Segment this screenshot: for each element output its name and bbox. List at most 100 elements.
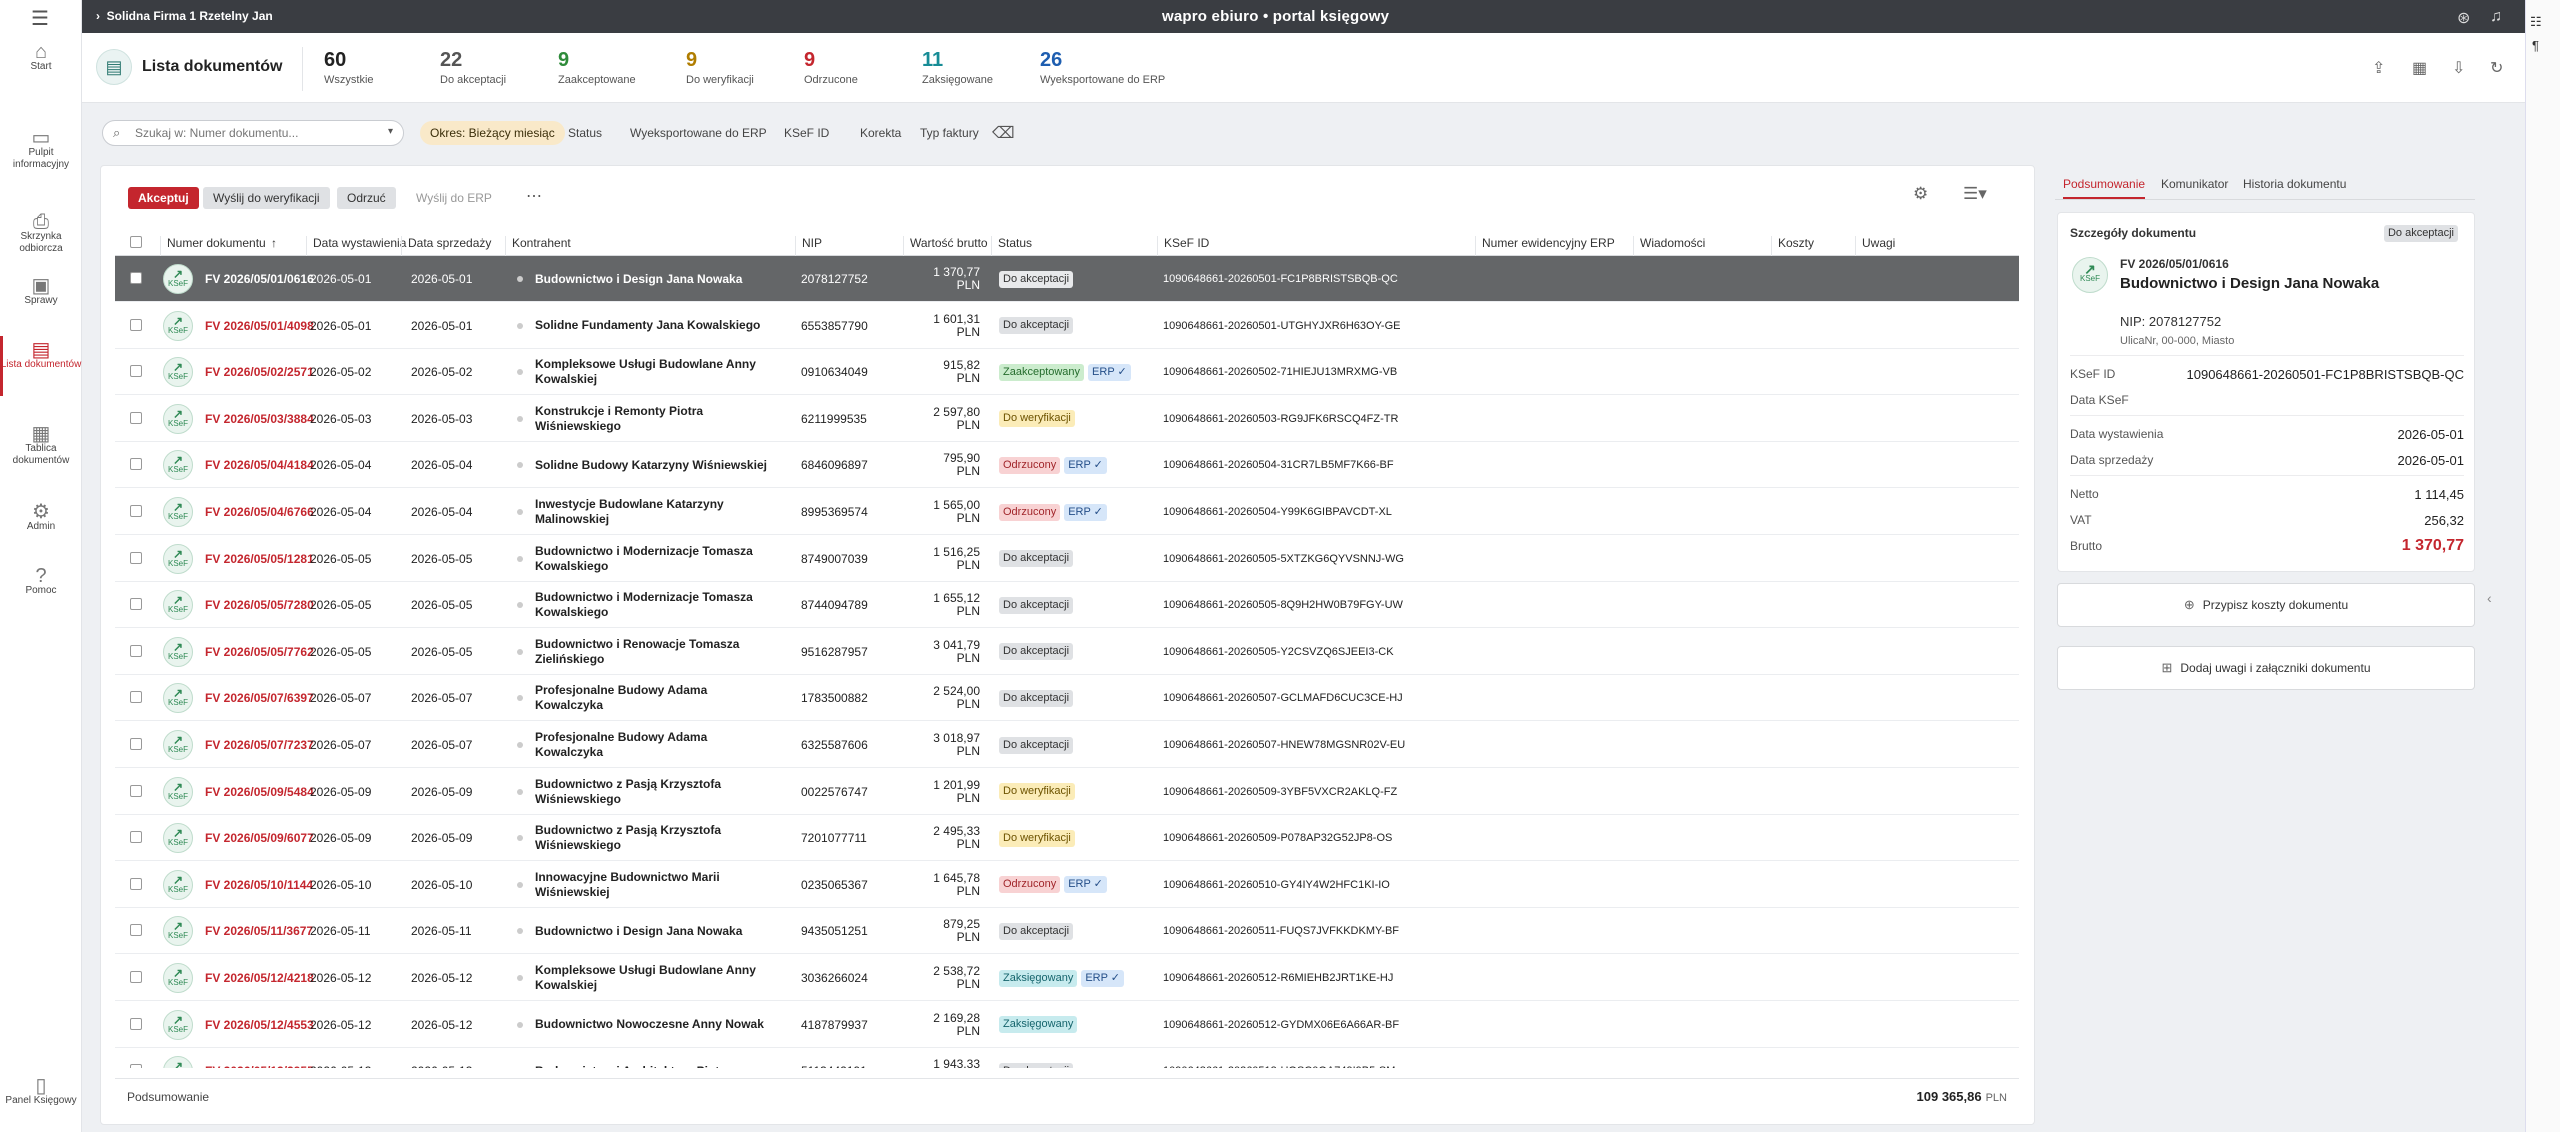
paragraph-icon[interactable]: ¶ [2532, 38, 2539, 53]
table-row[interactable]: ↗ KSeF FV 2026/05/09/5484 2026-05-09 2026-05… [115, 768, 2019, 815]
table-row[interactable]: ↗ KSeF FV 2026/05/09/6077 2026-05-09 2026-05… [115, 815, 2019, 862]
collapse-panel-icon[interactable]: ‹ [2487, 590, 2492, 606]
stat-5[interactable]: 11 Zaksięgowane [922, 49, 993, 86]
column-header-6[interactable]: Status [991, 236, 1032, 256]
list-icon[interactable]: ☷ [2530, 14, 2542, 30]
document-number-link[interactable]: FV 2026/05/02/2571 [205, 349, 314, 395]
table-row[interactable]: ↗ KSeF FV 2026/05/12/4218 2026-05-12 2026-05… [115, 955, 2019, 1001]
filter-chip-4[interactable]: Typ faktury [910, 121, 989, 145]
filter-chip-2[interactable]: KSeF ID [774, 121, 839, 145]
column-header-4[interactable]: NIP [795, 236, 822, 256]
row-checkbox[interactable] [130, 551, 142, 564]
nav-item-4[interactable]: ▤ Lista dokumentów [0, 336, 82, 396]
tab-messenger[interactable]: Komunikator [2161, 177, 2228, 197]
row-checkbox[interactable] [130, 458, 142, 471]
hamburger-menu-icon[interactable]: ☰ [31, 6, 49, 31]
send-to-erp-button[interactable]: Wyślij do ERP [406, 187, 502, 209]
sort-ascending-icon[interactable]: ↑ [265, 236, 277, 256]
table-row[interactable]: ↗ KSeF FV 2026/05/01/0616 2026-05-01 2026-05… [115, 256, 2019, 302]
document-number-link[interactable]: FV 2026/05/09/5484 [205, 769, 314, 815]
stat-1[interactable]: 22 Do akceptacji [440, 49, 506, 86]
accept-button[interactable]: Akceptuj [128, 187, 199, 209]
nav-item-3[interactable]: ▣ Sprawy [0, 276, 82, 307]
row-checkbox[interactable] [130, 738, 142, 750]
column-header-11[interactable]: Uwagi [1855, 236, 1895, 256]
row-checkbox[interactable] [130, 784, 142, 797]
document-number-link[interactable]: FV 2026/05/05/7280 [205, 582, 314, 628]
document-number-link[interactable]: FV 2026/05/13/2955 [205, 1048, 314, 1068]
notifications-bell-icon[interactable]: ♫ [2490, 8, 2502, 26]
send-to-verification-button[interactable]: Wyślij do weryfikacji [203, 187, 330, 209]
nav-item-2[interactable]: ⎙ Skrzynka odbiorcza [0, 212, 82, 255]
stat-6[interactable]: 26 Wyeksportowane do ERP [1040, 49, 1165, 86]
row-checkbox[interactable] [130, 505, 142, 517]
view-options-icon[interactable]: ☰▾ [1963, 184, 1987, 204]
column-header-3[interactable]: Kontrahent [505, 236, 571, 256]
row-checkbox[interactable] [130, 924, 142, 937]
table-row[interactable]: ↗KSeFFV 2026/05/13/29552026-05-132026-05… [115, 1048, 2019, 1068]
document-number-link[interactable]: FV 2026/05/12/4218 [205, 955, 314, 1001]
nav-item-8[interactable]: ▯ Panel Księgowy [0, 1076, 82, 1107]
clear-filters-icon[interactable]: ⌫ [992, 123, 1015, 143]
more-actions-icon[interactable]: ⋯ [526, 186, 542, 206]
stat-0[interactable]: 60 Wszystkie [324, 49, 374, 86]
table-row[interactable]: ↗ KSeF FV 2026/05/05/7762 2026-05-05 2026-05… [115, 628, 2019, 675]
stat-3[interactable]: 9 Do weryfikacji [686, 49, 754, 86]
column-header-2[interactable]: Data sprzedaży [401, 236, 491, 256]
document-number-link[interactable]: FV 2026/05/07/7237 [205, 722, 314, 768]
row-checkbox[interactable] [130, 644, 142, 657]
row-checkbox[interactable] [130, 598, 142, 611]
add-notes-button[interactable]: ⊞ Dodaj uwagi i załączniki dokumentu [2057, 646, 2475, 690]
document-number-link[interactable]: FV 2026/05/12/4553 [205, 1002, 314, 1048]
document-number-link[interactable]: FV 2026/05/04/6766 [205, 489, 314, 535]
document-number-link[interactable]: FV 2026/05/01/0616 [205, 256, 314, 302]
row-checkbox[interactable] [130, 691, 142, 704]
nav-item-5[interactable]: ▦ Tablica dokumentów [0, 424, 82, 467]
row-checkbox[interactable] [130, 411, 142, 424]
table-row[interactable]: ↗ KSeF FV 2026/05/01/4098 2026-05-01 2026-05… [115, 302, 2019, 349]
stat-4[interactable]: 9 Odrzucone [804, 49, 858, 86]
filter-chip-1[interactable]: Wyeksportowane do ERP [620, 121, 777, 145]
reject-button[interactable]: Odrzuć [337, 187, 396, 209]
table-row[interactable]: ↗ KSeF FV 2026/05/02/2571 2026-05-02 2026-05… [115, 349, 2019, 396]
tab-summary[interactable]: Podsumowanie [2063, 177, 2146, 199]
document-number-link[interactable]: FV 2026/05/09/6077 [205, 815, 314, 861]
period-filter-chip[interactable]: Okres: Bieżący miesiąc [420, 121, 565, 145]
document-number-link[interactable]: FV 2026/05/05/7762 [205, 629, 314, 675]
company-selector[interactable]: › Solidna Firma 1 Rzetelny Jan [96, 9, 273, 23]
search-input[interactable] [135, 124, 375, 142]
row-checkbox[interactable] [130, 1064, 142, 1068]
table-row[interactable]: ↗ KSeF FV 2026/05/10/1144 2026-05-10 2026-05… [115, 861, 2019, 908]
column-header-7[interactable]: KSeF ID [1157, 236, 1209, 256]
document-number-link[interactable]: FV 2026/05/11/3677 [205, 908, 313, 954]
column-header-0[interactable]: Numer dokumentu [160, 236, 266, 256]
table-row[interactable]: ↗ KSeF FV 2026/05/12/4553 2026-05-12 2026-05… [115, 1001, 2019, 1048]
document-number-link[interactable]: FV 2026/05/01/4098 [205, 303, 314, 349]
row-checkbox[interactable] [130, 831, 142, 844]
nav-item-0[interactable]: ⌂ Start [0, 42, 82, 73]
table-row[interactable]: ↗ KSeF FV 2026/05/07/7237 2026-05-07 2026-05… [115, 722, 2019, 768]
stat-2[interactable]: 9 Zaakceptowane [558, 49, 636, 86]
nav-item-1[interactable]: ▭ Pulpit informacyjny [0, 128, 82, 171]
table-row[interactable]: ↗ KSeF FV 2026/05/04/6766 2026-05-04 2026-05… [115, 489, 2019, 535]
column-header-9[interactable]: Wiadomości [1633, 236, 1705, 256]
table-row[interactable]: ↗ KSeF FV 2026/05/07/6397 2026-05-07 2026-05… [115, 675, 2019, 722]
document-number-link[interactable]: FV 2026/05/07/6397 [205, 675, 314, 721]
row-checkbox[interactable] [130, 365, 142, 378]
document-number-link[interactable]: FV 2026/05/04/4184 [205, 442, 314, 488]
document-number-link[interactable]: FV 2026/05/03/3884 [205, 396, 314, 442]
column-header-8[interactable]: Numer ewidencyjny ERP [1475, 236, 1615, 256]
document-number-link[interactable]: FV 2026/05/05/1281 [205, 536, 314, 582]
filter-chip-0[interactable]: Status [558, 121, 612, 145]
table-row[interactable]: ↗ KSeF FV 2026/05/05/1281 2026-05-05 2026-05… [115, 535, 2019, 582]
calendar-icon[interactable]: ▦ [2412, 58, 2427, 78]
assign-costs-button[interactable]: ⊕ Przypisz koszty dokumentu [2057, 583, 2475, 627]
table-settings-icon[interactable]: ⚙ [1913, 184, 1928, 204]
table-row[interactable]: ↗ KSeF FV 2026/05/04/4184 2026-05-04 2026-05… [115, 442, 2019, 489]
search-box[interactable]: ⌕ ▾ [102, 120, 404, 146]
nav-item-7[interactable]: ? Pomoc [0, 566, 82, 597]
chevron-down-icon[interactable]: ▾ [388, 126, 393, 137]
row-checkbox[interactable] [130, 272, 142, 284]
column-header-1[interactable]: Data wystawienia [306, 236, 406, 256]
table-row[interactable]: ↗ KSeF FV 2026/05/03/3884 2026-05-03 2026-05… [115, 395, 2019, 442]
